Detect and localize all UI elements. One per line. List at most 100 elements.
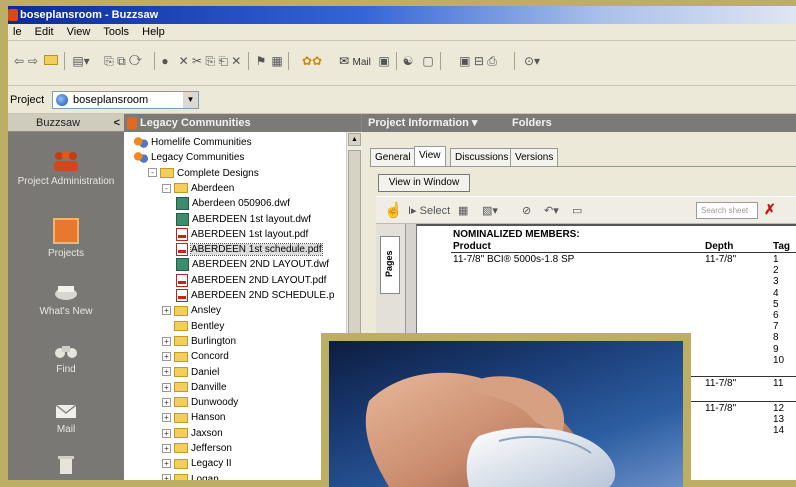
up-folder-icon[interactable]	[42, 51, 60, 71]
tree-item[interactable]: + Jaxson	[162, 427, 223, 440]
expand-icon[interactable]: +	[162, 428, 171, 438]
pages-tab[interactable]: Pages	[380, 236, 400, 294]
expand-icon[interactable]: +	[162, 443, 171, 453]
pan-hand-icon[interactable]: ☝	[384, 202, 403, 220]
sidebar-item-project-administration[interactable]: Project Administration	[8, 150, 124, 187]
tab-view[interactable]: View	[414, 146, 446, 166]
edit-icons[interactable]: ⎘ ⧉ ⟳	[96, 51, 150, 71]
tree-item[interactable]: + Daniel	[162, 366, 219, 379]
help-icon[interactable]: ⊙▾	[520, 51, 544, 71]
tree-item[interactable]: Aberdeen 050906.dwf	[176, 197, 290, 211]
tree-item[interactable]: + Hanson	[162, 411, 225, 424]
clipboard-icons[interactable]: ✕ ✂ ⎘ ⎗ ✕	[174, 51, 246, 71]
tree-header: Legacy Communities	[124, 114, 361, 132]
tree-item[interactable]: + Jefferson	[162, 442, 232, 455]
stop-icon[interactable]: ●	[158, 51, 172, 71]
tree-item[interactable]: + Legacy II	[162, 457, 232, 470]
tree-item[interactable]: + Burlington	[162, 335, 236, 348]
tree-item-label: Aberdeen 050906.dwf	[192, 198, 290, 210]
users-icon[interactable]: ✿✿	[292, 51, 332, 71]
menu-view[interactable]: View	[62, 24, 96, 40]
tree-item-label: Dunwoody	[191, 397, 239, 409]
tree-item[interactable]: Legacy Communities	[134, 151, 244, 164]
lookup-icon[interactable]: ☯	[400, 51, 416, 71]
pdf-file-icon	[176, 243, 188, 257]
expand-icon[interactable]: +	[162, 474, 171, 480]
zoom-icon[interactable]: ⊘	[522, 202, 531, 220]
tree-item[interactable]: ABERDEEN 1st layout.pdf	[176, 227, 308, 241]
folder-tree: Homelife Communities Legacy Communities - C…	[124, 132, 346, 480]
scroll-up-icon[interactable]: ▲	[348, 133, 361, 146]
whats-new-icon	[55, 286, 77, 300]
menu-edit[interactable]: Edit	[30, 24, 59, 40]
mail-button[interactable]: ✉ Mail	[338, 51, 372, 71]
flag-icon[interactable]: ⚑	[254, 51, 268, 71]
rotate-icon[interactable]: ↶▾	[544, 202, 559, 220]
expand-icon[interactable]: +	[162, 459, 171, 469]
expand-icon[interactable]: +	[162, 352, 171, 362]
collapse-sidebar-button[interactable]: <	[114, 114, 120, 132]
search-sheet-input[interactable]: Search sheet	[696, 202, 758, 219]
clear-search-icon[interactable]: ✗	[764, 201, 776, 218]
properties-icon[interactable]: ▦	[270, 51, 284, 71]
menu-tools[interactable]: Tools	[98, 24, 134, 40]
menu-help[interactable]: Help	[137, 24, 170, 40]
dwf-file-icon	[176, 258, 189, 272]
tree-item[interactable]: + Logan	[162, 473, 219, 480]
expand-icon[interactable]: +	[162, 413, 171, 423]
community-icon	[134, 152, 148, 164]
tree-item[interactable]: ABERDEEN 1st layout.dwf	[176, 212, 311, 226]
tab-general[interactable]: General	[370, 148, 416, 166]
tab-versions[interactable]: Versions	[510, 148, 559, 166]
tree-item-label: Ansley	[191, 305, 222, 317]
tree-item[interactable]: + Danville	[162, 381, 227, 394]
image-tool-icon[interactable]: ▦	[458, 202, 468, 220]
sidebar-item-recycle-bin[interactable]	[8, 454, 124, 480]
expand-icon[interactable]: +	[162, 367, 171, 377]
expand-icon[interactable]: +	[162, 306, 171, 316]
pdf-file-icon	[176, 289, 188, 302]
collapse-icon[interactable]: -	[162, 183, 171, 193]
tree-item[interactable]: Homelife Communities	[134, 136, 252, 149]
forward-icon[interactable]: ⇨	[27, 51, 39, 71]
sidebar-item-whats-new[interactable]: What's New	[8, 282, 124, 317]
sidebar-item-find[interactable]: Find	[8, 340, 124, 375]
project-information-menu[interactable]: Project Information ▾	[368, 114, 477, 132]
tree-item[interactable]: ABERDEEN 2ND LAYOUT.pdf	[176, 273, 326, 287]
expand-icon[interactable]: +	[162, 397, 171, 407]
expand-icon[interactable]: +	[162, 382, 171, 392]
sidebar-item-label: What's New	[39, 306, 93, 317]
collapse-icon[interactable]: -	[148, 168, 157, 178]
tree-item[interactable]: ABERDEEN 2ND LAYOUT.dwf	[176, 258, 329, 272]
tree-item[interactable]: + Ansley	[162, 304, 221, 317]
tree-item[interactable]: - Aberdeen	[162, 182, 234, 195]
folders-menu[interactable]: Folders	[512, 114, 552, 132]
tree-item[interactable]: + Concord	[162, 350, 229, 363]
scroll-thumb[interactable]	[348, 150, 361, 350]
tree-item[interactable]: ABERDEEN 2ND SCHEDULE.p	[176, 289, 334, 302]
sidebar-item-projects[interactable]: Projects	[8, 218, 124, 259]
tree-item[interactable]: Bentley	[162, 320, 224, 333]
tree-item[interactable]: + Dunwoody	[162, 396, 238, 409]
expand-icon[interactable]: +	[162, 336, 171, 346]
print-view-icon[interactable]: ▭	[572, 202, 582, 220]
back-icon[interactable]: ⇦	[12, 51, 26, 71]
tab-discussions[interactable]: Discussions	[450, 148, 514, 166]
tree-item[interactable]: ABERDEEN 1st schedule.pdf	[176, 243, 323, 257]
row2-depth: 11-7/8"	[705, 378, 737, 389]
page-menu-icon[interactable]: ▧▾	[482, 202, 498, 220]
view-in-window-button[interactable]: View in Window	[378, 174, 470, 192]
menu-file[interactable]: le	[8, 24, 27, 40]
views-icon[interactable]: ▤▾	[70, 51, 92, 71]
select-tool[interactable]: I▸ Select	[408, 202, 450, 220]
sidebar-item-mail[interactable]: Mail	[8, 402, 124, 435]
project-label: Project	[10, 94, 45, 106]
tree-item-label: Legacy II	[191, 458, 232, 470]
tree-item-label: Concord	[191, 351, 229, 363]
sheet-icon[interactable]: ▢	[420, 51, 436, 71]
publish-icons[interactable]: ▣ ⊟ ⎙	[446, 51, 510, 71]
markup-icon[interactable]: ▣	[376, 51, 392, 71]
project-select[interactable]: boseplansroom ▼	[52, 91, 199, 109]
chevron-down-icon[interactable]: ▼	[183, 92, 198, 108]
tree-item[interactable]: - Complete Designs	[148, 167, 259, 180]
